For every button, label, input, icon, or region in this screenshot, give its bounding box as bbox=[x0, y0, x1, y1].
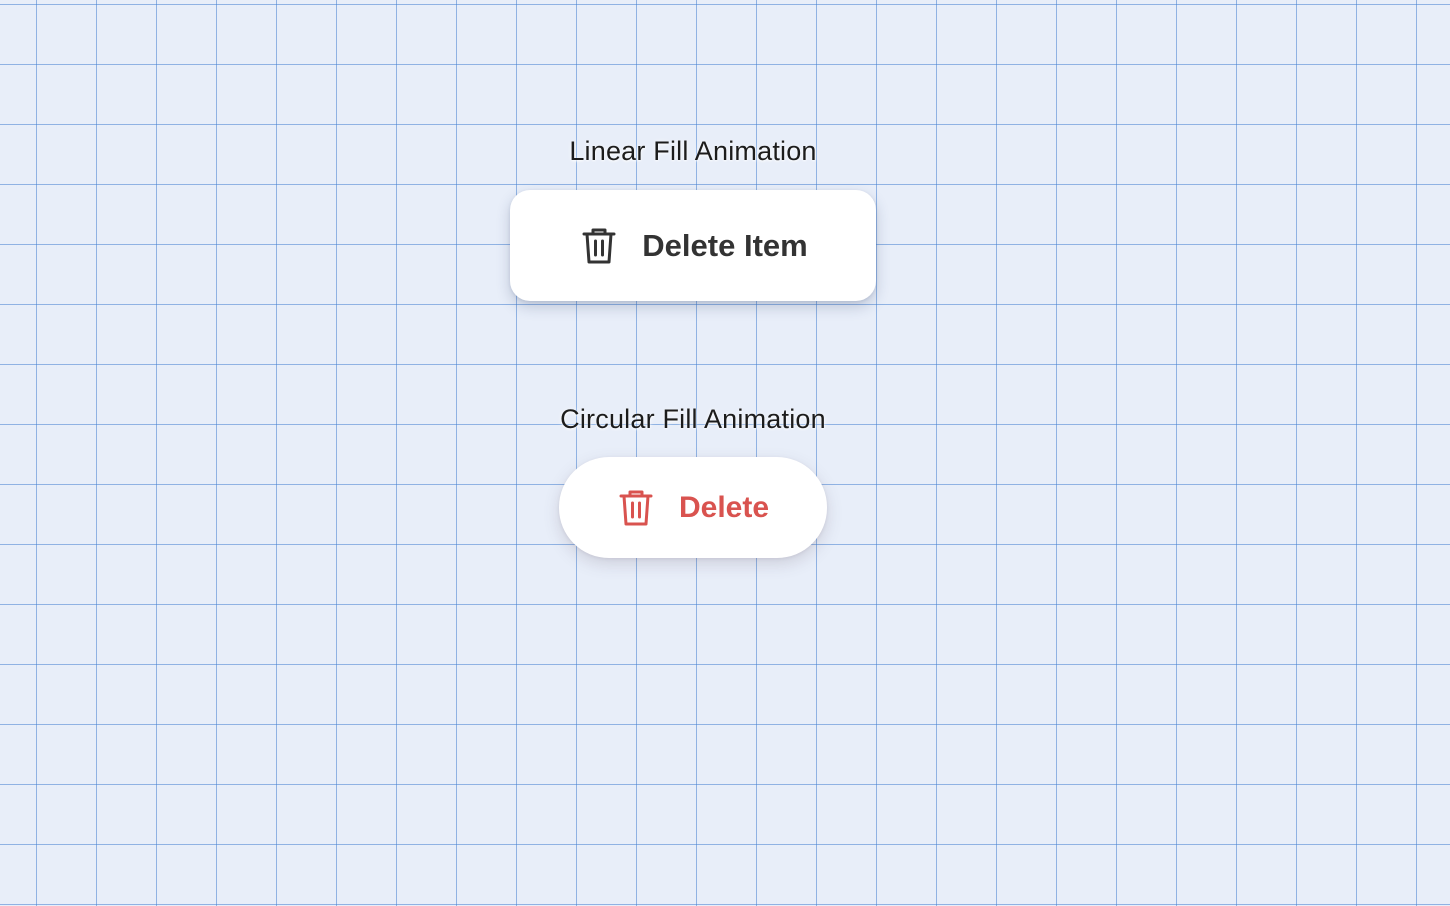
delete-item-button[interactable]: Delete Item bbox=[510, 190, 876, 301]
circular-fill-title: Circular Fill Animation bbox=[560, 404, 826, 434]
delete-item-label: Delete Item bbox=[642, 227, 808, 263]
linear-fill-title: Linear Fill Animation bbox=[569, 136, 817, 166]
delete-button[interactable]: Delete bbox=[559, 457, 827, 558]
delete-label: Delete bbox=[678, 490, 770, 524]
trash-icon bbox=[619, 489, 653, 527]
trash-icon bbox=[582, 227, 616, 265]
